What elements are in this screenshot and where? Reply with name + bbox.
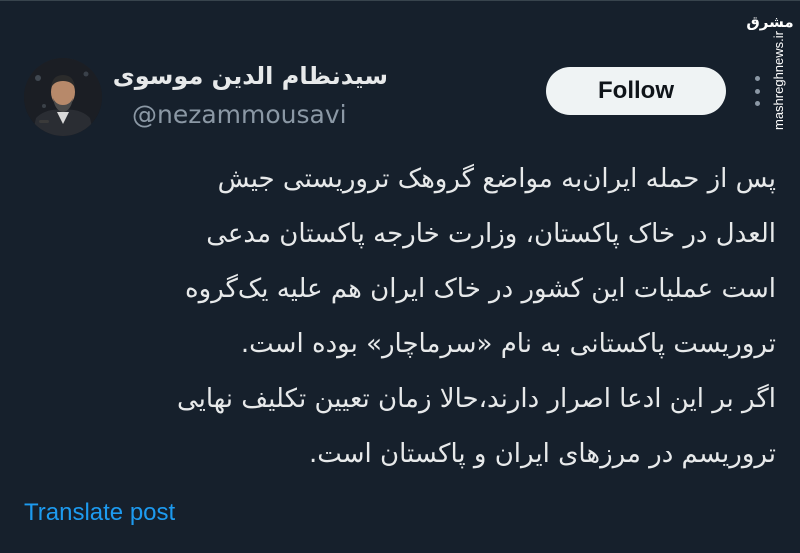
- more-dot: [754, 88, 760, 94]
- translate-post-link[interactable]: Translate post: [24, 499, 175, 527]
- more-dot: [754, 101, 760, 106]
- more-vertical-icon[interactable]: [752, 76, 762, 106]
- more-dot: [754, 76, 760, 81]
- top-divider: [0, 0, 800, 1]
- avatar[interactable]: [24, 58, 102, 136]
- tweet-line: پس از حمله ایران‌به مواضع گروهک تروریستی…: [217, 164, 776, 194]
- watermark-logo: مشرق: [746, 13, 794, 31]
- tweet-text: پس از حمله ایران‌به مواضع گروهک تروریستی…: [24, 152, 776, 482]
- watermark-url: mashreghnews.ir: [771, 31, 786, 130]
- follow-button[interactable]: Follow: [546, 67, 726, 115]
- tweet-line: تروریسم در مرزهای ایران و پاکستان است.: [308, 439, 776, 469]
- tweet-line: تروریست پاکستانی به نام «سرماچار» بوده ا…: [240, 329, 776, 359]
- author-handle[interactable]: @nezammousavi: [132, 100, 347, 129]
- tweet-line: العدل در خاک پاکستان، وزارت خارجه پاکستا…: [206, 219, 776, 249]
- author-display-name[interactable]: سیدنظام الدین موسوی: [113, 62, 388, 90]
- tweet-line: است عملیات این کشور در خاک ایران هم علیه…: [185, 274, 776, 304]
- avatar-photo: [24, 58, 102, 136]
- tweet-line: اگر بر این ادعا اصرار دارند،حالا زمان تع…: [176, 384, 776, 414]
- tweet-card: مشرق mashreghnews.ir سیدنظام الدین موسوی…: [0, 0, 800, 553]
